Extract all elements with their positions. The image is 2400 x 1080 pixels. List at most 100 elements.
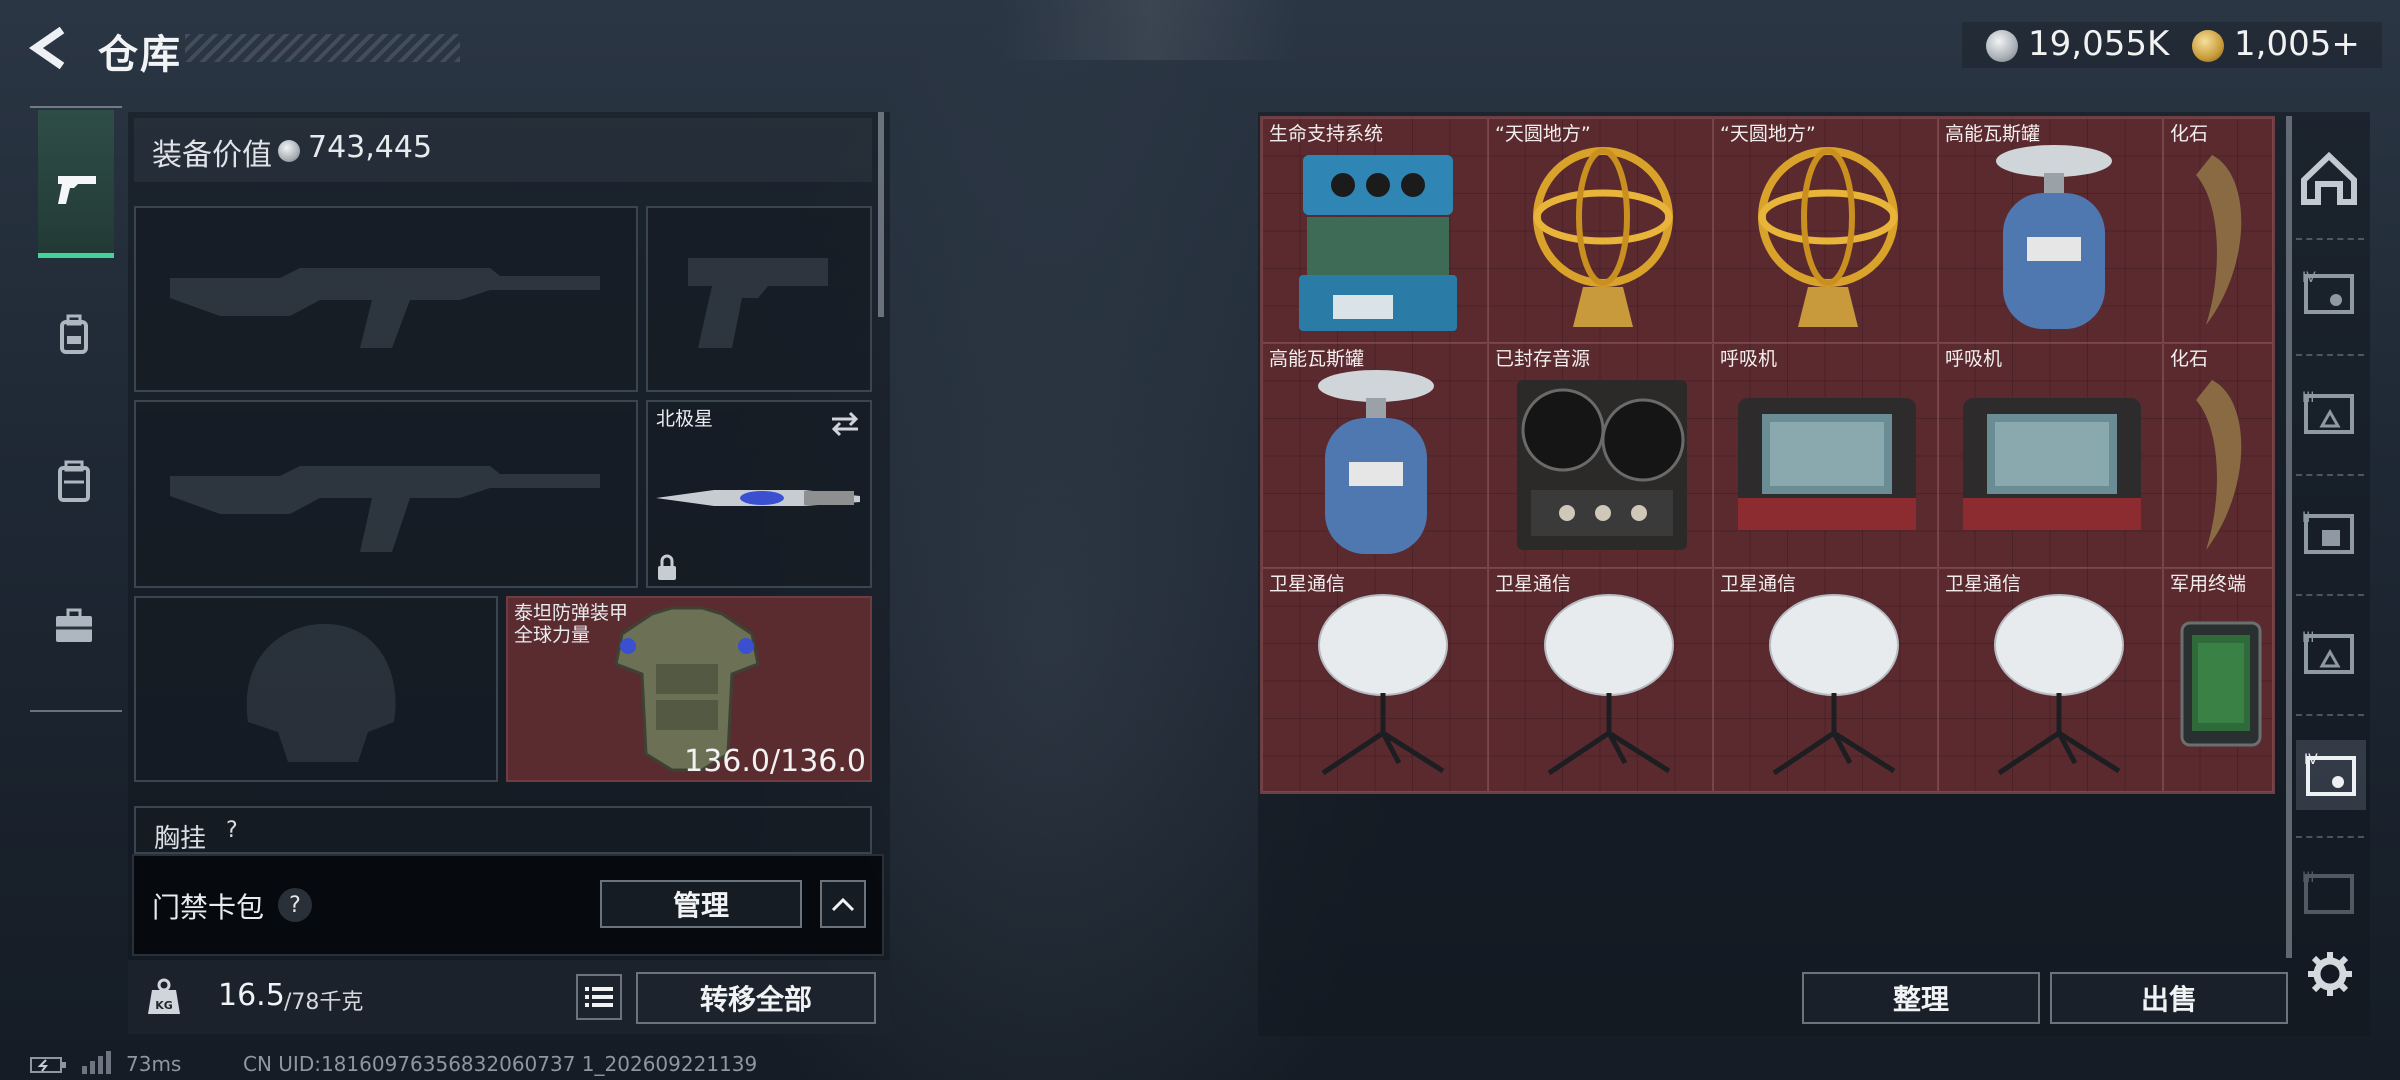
armor-durability: 136.0/136.0 [684, 744, 866, 779]
armor-sublabel: 全球力量 [514, 624, 591, 646]
stash-tier-iv-b-icon[interactable]: IV [2296, 740, 2366, 810]
armillary-sphere-icon [1533, 147, 1673, 327]
stash-tier-iii-c-icon-svg: III [2302, 870, 2354, 914]
item-label: 军用终端 [2170, 573, 2247, 595]
stash-item-satellite[interactable]: 卫星通信 [1262, 568, 1488, 792]
sidebar-divider [2296, 474, 2364, 476]
current-weight: 16.5 [218, 978, 285, 1013]
satellite-dish-icon [1994, 594, 2124, 776]
stash-item-armillary[interactable]: “天圆地方” [1488, 118, 1713, 343]
gas-tank-icon [1996, 145, 2112, 329]
equipment-scrollbar[interactable] [878, 112, 884, 317]
stash-tier-iv-icon[interactable]: IV [2300, 268, 2358, 322]
sidebar-divider [2296, 714, 2364, 716]
home-stash-icon[interactable] [2300, 150, 2358, 210]
title-decoration [185, 34, 460, 62]
sidebar-divider [2296, 836, 2364, 838]
stash-item-satellite-3[interactable]: 卫星通信 [1713, 568, 1938, 792]
primary-weapon-slot[interactable] [134, 206, 638, 392]
keycard-bar: 门禁卡包 ? 管理 [132, 854, 884, 956]
stash-tier-ii-icon[interactable]: II [2300, 508, 2358, 562]
stash-tier-iii-b-icon[interactable]: III [2300, 628, 2358, 682]
fossil-claw-icon [2196, 380, 2242, 550]
item-label: 呼吸机 [1945, 348, 2003, 370]
case-tab[interactable] [54, 608, 94, 648]
stash-item-gas-tank-2[interactable]: 高能瓦斯罐 [1262, 343, 1488, 568]
backpack-icon [60, 314, 88, 354]
stash-item-gas-tank[interactable]: 高能瓦斯罐 [1938, 118, 2163, 343]
helmet-slot[interactable] [134, 596, 498, 782]
gold-coin-icon [2192, 30, 2224, 62]
knife-icon [656, 490, 860, 506]
kg-badge: KG [155, 999, 173, 1012]
stash-scrollbar[interactable] [2286, 116, 2292, 958]
silver-coin-icon [278, 140, 300, 162]
life-support-icon [1299, 155, 1457, 331]
armor-label: 泰坦防弹装甲 [514, 602, 629, 624]
list-view-button[interactable] [576, 974, 622, 1020]
home-stash-icon-svg [2301, 151, 2357, 205]
keycard-help-icon[interactable]: ? [278, 888, 312, 922]
pistol-icon [58, 176, 96, 204]
stash-item-fossil-2[interactable]: 化石 [2163, 343, 2273, 568]
tier-iii-mark: III [2302, 390, 2314, 406]
stash-item-satellite-2[interactable]: 卫星通信 [1488, 568, 1713, 792]
armor-slot[interactable]: 泰坦防弹装甲 全球力量 136.0/136.0 [506, 596, 872, 782]
stash-item-life-support[interactable]: 生命支持系统 [1262, 118, 1488, 343]
item-label: 呼吸机 [1720, 348, 1778, 370]
stash-tier-iii-c-icon[interactable]: III [2300, 868, 2358, 922]
stash-tier-iii-b-icon-svg: III [2302, 630, 2354, 674]
stash-item-military-terminal[interactable]: 军用终端 [2163, 568, 2273, 792]
ventilator-icon [1738, 398, 1916, 530]
sort-button[interactable]: 整理 [1802, 972, 2040, 1024]
stash-item-ventilator-2[interactable]: 呼吸机 [1938, 343, 2163, 568]
stash-tier-iii-icon-svg: III [2302, 390, 2354, 434]
vest-tab[interactable] [56, 460, 92, 508]
stash-item-fossil[interactable]: 化石 [2163, 118, 2273, 343]
item-label: 化石 [2170, 123, 2209, 145]
vest-icon [58, 460, 90, 502]
settings-button[interactable] [2308, 952, 2352, 1000]
stash-item-ventilator[interactable]: 呼吸机 [1713, 343, 1938, 568]
manage-button[interactable]: 管理 [600, 880, 802, 928]
gold-currency-value[interactable]: 1,005+ [2234, 24, 2360, 64]
weapons-tab[interactable] [38, 110, 114, 258]
sidebar-divider [2296, 594, 2364, 596]
ventilator-icon [1963, 398, 2141, 530]
stash-item-satellite-4[interactable]: 卫星通信 [1938, 568, 2163, 792]
stash-item-armillary-2[interactable]: “天圆地方” [1713, 118, 1938, 343]
transfer-all-button[interactable]: 转移全部 [636, 972, 876, 1024]
item-label: 卫星通信 [1945, 573, 2022, 595]
swap-icon[interactable] [828, 410, 862, 438]
equipment-value: 743,445 [308, 130, 433, 165]
reel-recorder-icon [1517, 380, 1687, 550]
chest-rig-slot[interactable]: 胸挂 ? [134, 806, 872, 854]
battery-icon [30, 1057, 66, 1073]
sell-button[interactable]: 出售 [2050, 972, 2288, 1024]
secondary-weapon-slot[interactable] [646, 206, 872, 392]
item-label: 卫星通信 [1720, 573, 1797, 595]
chest-rig-help-icon[interactable]: ? [226, 818, 238, 843]
stash-item-reel-recorder[interactable]: 已封存音源 [1488, 343, 1713, 568]
list-icon [585, 987, 613, 1007]
helmet-silhouette-icon [246, 623, 396, 762]
stash-tier-iii-icon[interactable]: III [2300, 388, 2358, 442]
backpack-tab[interactable] [54, 312, 94, 360]
back-button[interactable] [28, 26, 76, 70]
nav-divider [30, 106, 122, 108]
satellite-dish-icon [1544, 594, 1674, 776]
sidebar-divider [2296, 238, 2364, 240]
equipment-value-label: 装备价值 [152, 138, 272, 173]
melee-weapon-slot[interactable]: 北极星 [646, 400, 872, 588]
expand-button[interactable] [820, 880, 866, 928]
item-label: 化石 [2170, 348, 2209, 370]
page-title: 仓库 [98, 32, 182, 78]
tier-ii-mark: II [2302, 510, 2310, 526]
primary-weapon-slot-2[interactable] [134, 400, 638, 588]
sidebar-divider [2296, 354, 2364, 356]
stash-tier-iv-b-icon-svg: IV [2304, 752, 2356, 796]
chevron-up-icon [831, 897, 855, 912]
military-terminal-icon [2180, 621, 2262, 747]
silver-coin-icon [1986, 30, 2018, 62]
weight-capacity: /78千克 [284, 990, 364, 1015]
